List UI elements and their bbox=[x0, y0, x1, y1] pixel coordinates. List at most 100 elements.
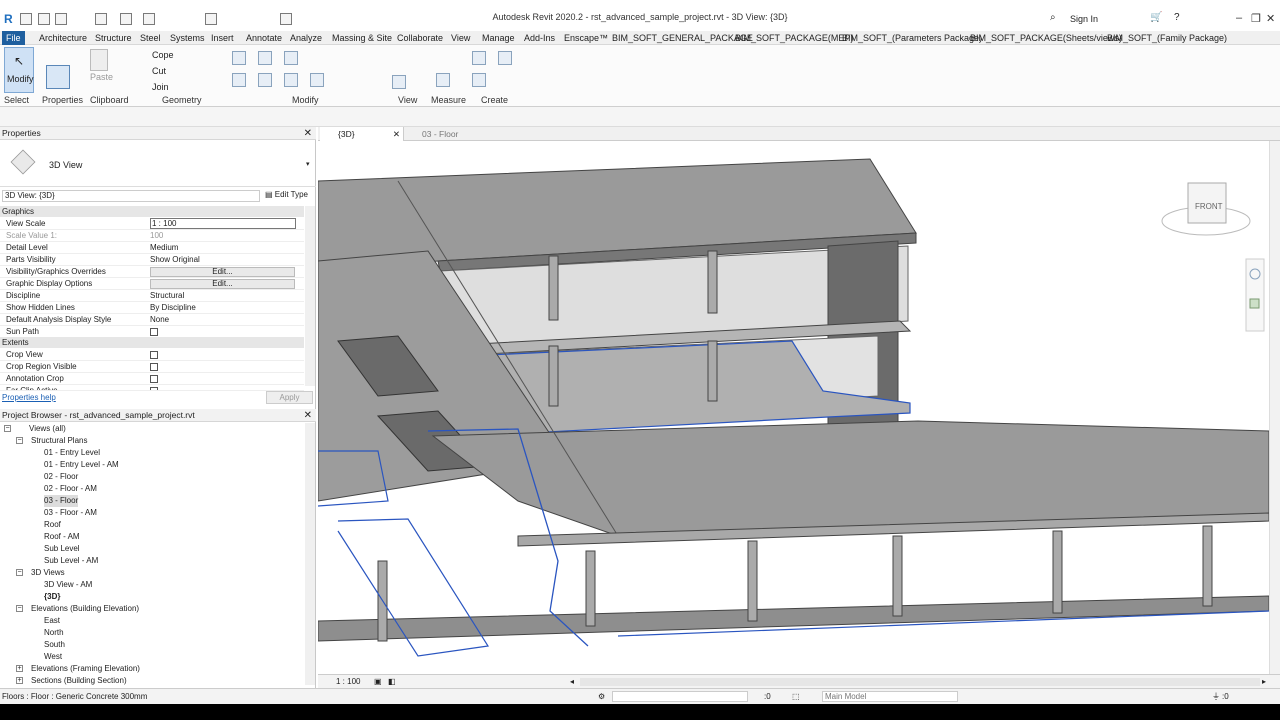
property-value[interactable]: 100 bbox=[150, 230, 163, 242]
view-tab[interactable]: 03 - Floor bbox=[404, 127, 494, 141]
instance-selector[interactable]: 3D View: {3D} bbox=[2, 190, 260, 202]
property-row[interactable]: Far Clip Active bbox=[0, 385, 304, 391]
visual-style-icon[interactable]: ◧ bbox=[388, 675, 396, 688]
select-dropdown[interactable]: Select bbox=[4, 95, 29, 105]
tab-add-ins[interactable]: Add-Ins bbox=[520, 31, 559, 45]
tab-massing-site[interactable]: Massing & Site bbox=[328, 31, 396, 45]
tab-bim-soft-family-package[interactable]: BIM_SOFT_(Family Package) bbox=[1103, 31, 1231, 45]
cope-button[interactable]: Cope bbox=[152, 50, 174, 60]
properties-button[interactable] bbox=[46, 65, 70, 89]
horizontal-scrollbar[interactable] bbox=[580, 678, 1260, 686]
view-scale[interactable]: 1 : 100 bbox=[336, 675, 360, 688]
edit-type-button[interactable]: ▤ Edit Type bbox=[265, 190, 308, 199]
browser-view-item[interactable]: 01 - Entry Level - AM bbox=[44, 459, 119, 471]
browser-category[interactable]: 3D Views bbox=[31, 567, 65, 579]
measure-tool-icon[interactable] bbox=[436, 73, 450, 87]
create-group-icon[interactable] bbox=[472, 73, 486, 87]
property-row[interactable]: Detail Level Medium bbox=[0, 242, 304, 254]
properties-help-link[interactable]: Properties help bbox=[2, 393, 56, 402]
property-value[interactable]: None bbox=[150, 314, 169, 326]
property-checkbox[interactable] bbox=[150, 387, 158, 390]
section-extents[interactable]: Extents bbox=[0, 337, 304, 348]
workset-dropdown[interactable] bbox=[612, 691, 748, 702]
edit-button[interactable]: Edit... bbox=[150, 267, 295, 277]
browser-view-item[interactable]: West bbox=[44, 651, 62, 663]
collapse-icon[interactable]: − bbox=[16, 437, 23, 444]
close-icon[interactable]: ✕ bbox=[304, 409, 312, 422]
browser-view-item[interactable]: Sub Level - AM bbox=[44, 555, 98, 567]
view-tab[interactable]: {3D} ✕ bbox=[320, 127, 404, 141]
browser-category[interactable]: Structural Plans bbox=[31, 435, 87, 447]
tab-systems[interactable]: Systems bbox=[166, 31, 209, 45]
scroll-right-icon[interactable]: ▸ bbox=[1262, 675, 1266, 688]
property-checkbox[interactable] bbox=[150, 351, 158, 359]
property-value[interactable]: Medium bbox=[150, 242, 178, 254]
properties-scrollbar[interactable] bbox=[305, 206, 315, 386]
create-parts-icon[interactable] bbox=[498, 51, 512, 65]
offset-icon[interactable] bbox=[258, 51, 272, 65]
browser-category[interactable]: Elevations (Building Elevation) bbox=[31, 603, 139, 615]
browser-view-item[interactable]: North bbox=[44, 627, 64, 639]
tab-analyze[interactable]: Analyze bbox=[286, 31, 326, 45]
tab-file[interactable]: File bbox=[2, 31, 25, 45]
property-row[interactable]: Visibility/Graphics Overrides Edit... bbox=[0, 266, 304, 278]
browser-view-item[interactable]: South bbox=[44, 639, 65, 651]
chevron-down-icon[interactable]: ▾ bbox=[306, 160, 310, 168]
property-value[interactable]: Show Original bbox=[150, 254, 200, 266]
tab-annotate[interactable]: Annotate bbox=[242, 31, 286, 45]
browser-view-item[interactable]: Sub Level bbox=[44, 543, 80, 555]
sun-path-checkbox[interactable] bbox=[150, 328, 158, 336]
browser-view-item[interactable]: 02 - Floor bbox=[44, 471, 78, 483]
copy-icon[interactable] bbox=[258, 73, 272, 87]
browser-scrollbar[interactable] bbox=[305, 423, 315, 685]
tab-collaborate[interactable]: Collaborate bbox=[393, 31, 447, 45]
tab-view[interactable]: View bbox=[447, 31, 474, 45]
section-graphics[interactable]: Graphics bbox=[0, 206, 304, 217]
close-icon[interactable]: ✕ bbox=[1266, 12, 1275, 25]
sign-in-link[interactable]: Sign In bbox=[1070, 14, 1098, 24]
browser-view-item[interactable]: 01 - Entry Level bbox=[44, 447, 100, 459]
tab-enscape[interactable]: Enscape™ bbox=[560, 31, 612, 45]
mirror-icon[interactable] bbox=[284, 51, 298, 65]
property-row[interactable]: View Scale 1 : 100 bbox=[0, 218, 304, 230]
property-row[interactable]: Show Hidden Lines By Discipline bbox=[0, 302, 304, 314]
property-checkbox[interactable] bbox=[150, 375, 158, 383]
property-value[interactable]: By Discipline bbox=[150, 302, 196, 314]
edit-button[interactable]: Edit... bbox=[150, 279, 295, 289]
property-value[interactable]: Structural bbox=[150, 290, 184, 302]
3d-viewport[interactable]: FRONT bbox=[318, 141, 1269, 674]
browser-view-item[interactable]: 02 - Floor - AM bbox=[44, 483, 97, 495]
browser-view-item[interactable]: Roof - AM bbox=[44, 531, 80, 543]
navigation-bar[interactable] bbox=[1245, 258, 1265, 332]
browser-view-item[interactable]: 03 - Floor - AM bbox=[44, 507, 97, 519]
align-icon[interactable] bbox=[232, 51, 246, 65]
apply-button[interactable]: Apply bbox=[266, 391, 313, 404]
browser-view-item[interactable]: 03 - Floor bbox=[44, 495, 79, 507]
tab-insert[interactable]: Insert bbox=[207, 31, 238, 45]
modify-button[interactable]: ↖ Modify bbox=[4, 47, 34, 93]
viewcube[interactable]: FRONT bbox=[1161, 182, 1251, 236]
move-icon[interactable] bbox=[232, 73, 246, 87]
property-row[interactable]: Graphic Display Options Edit... bbox=[0, 278, 304, 290]
tab-steel[interactable]: Steel bbox=[136, 31, 165, 45]
browser-view-item[interactable]: East bbox=[44, 615, 60, 627]
paste-button[interactable] bbox=[90, 49, 108, 71]
search-icon[interactable]: ⌕ bbox=[1050, 12, 1056, 23]
property-checkbox[interactable] bbox=[150, 363, 158, 371]
restore-icon[interactable]: ❐ bbox=[1251, 12, 1261, 25]
zoom-icon[interactable] bbox=[1249, 298, 1260, 309]
3d-model-canvas[interactable]: FRONT bbox=[318, 141, 1269, 674]
tab-bim-soft-parameters-package[interactable]: BIM_SOFT_(Parameters Package) bbox=[838, 31, 986, 45]
rotate-icon[interactable] bbox=[284, 73, 298, 87]
view-icon[interactable] bbox=[392, 75, 406, 89]
editable-only-icon[interactable]: ⬚ bbox=[792, 689, 800, 704]
cut-button[interactable]: Cut bbox=[152, 66, 166, 76]
expand-icon[interactable]: + bbox=[16, 677, 23, 684]
collapse-icon[interactable]: − bbox=[16, 569, 23, 576]
design-option-dropdown[interactable]: Main Model bbox=[822, 691, 958, 702]
property-row[interactable]: Annotation Crop bbox=[0, 373, 304, 385]
browser-view-item[interactable]: Roof bbox=[44, 519, 61, 531]
property-row[interactable]: Crop Region Visible bbox=[0, 361, 304, 373]
browser-category[interactable]: Elevations (Framing Elevation) bbox=[31, 663, 140, 675]
collapse-icon[interactable]: − bbox=[16, 605, 23, 612]
